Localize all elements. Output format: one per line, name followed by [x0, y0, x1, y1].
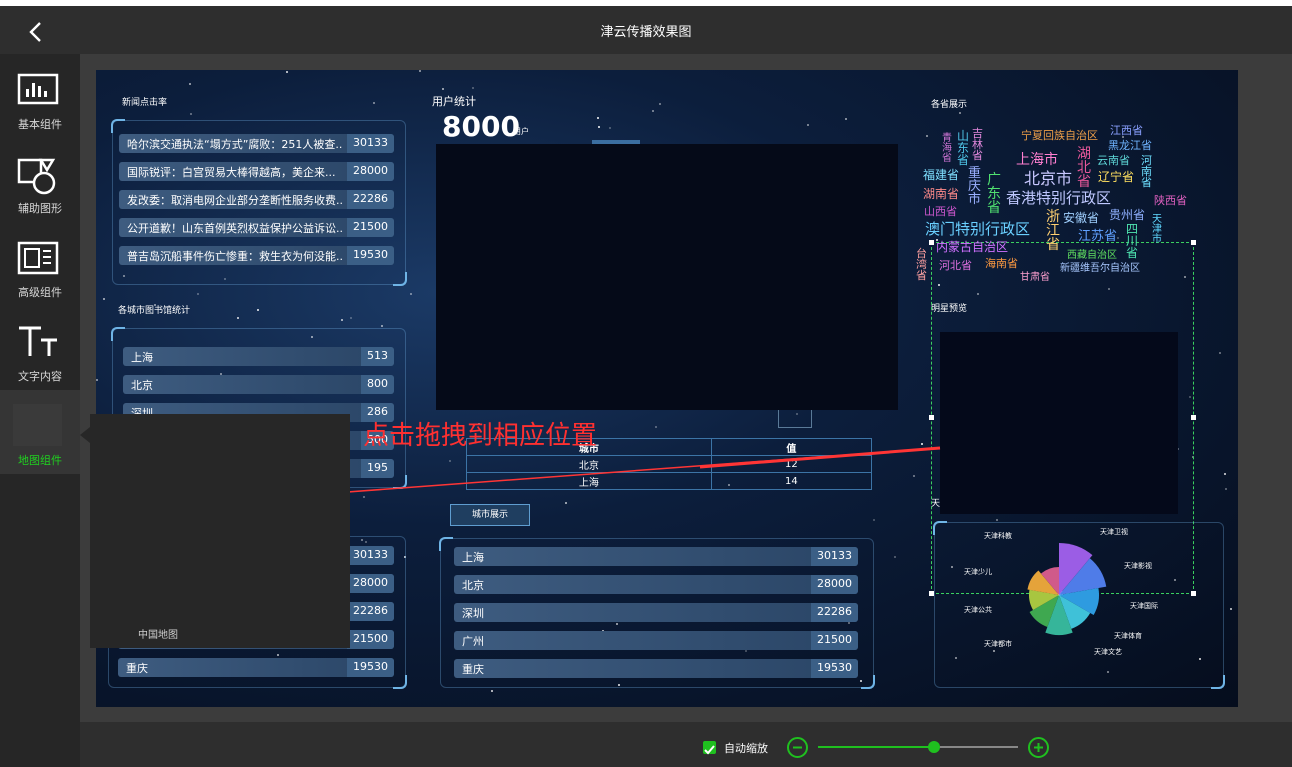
drag-hint-text: 点击拖拽到相应位置 — [363, 421, 598, 451]
drag-path-line — [333, 446, 941, 494]
china-map-item[interactable]: 中国地图 — [138, 626, 178, 641]
map-component-flyout: 中国地图 — [90, 414, 350, 648]
flyout-arrow — [80, 427, 90, 443]
